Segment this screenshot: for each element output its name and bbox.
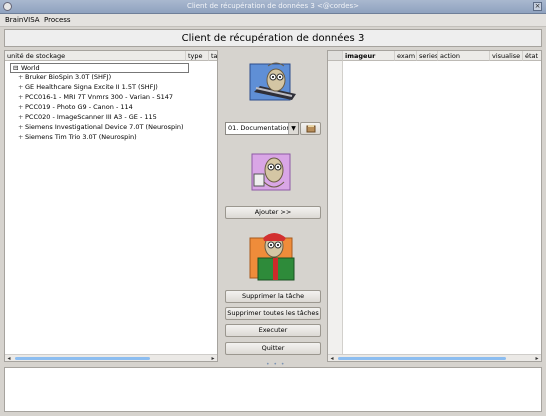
select-value: 01. Documentation: [228, 124, 291, 132]
tree-item-label: PCC016-1 - MRI 7T Vnmrs 300 - Varian - S…: [25, 93, 174, 101]
tree-item[interactable]: + Bruker BioSpin 3.0T (SHFJ): [18, 72, 111, 82]
page-title: Client de récupération de données 3: [181, 33, 365, 44]
log-area[interactable]: [4, 367, 542, 412]
storage-tree-panel: unité de stockage type tai ⊟ World +Bruk…: [4, 50, 218, 362]
col-header-storage[interactable]: unité de stockage: [5, 51, 186, 61]
scroll-left-arrow-icon[interactable]: ◂: [328, 355, 336, 361]
tree-item[interactable]: + Siemens Tim Trio 3.0T (Neurospin): [18, 132, 137, 142]
tree-root-label: World: [21, 64, 40, 72]
remove-all-tasks-button[interactable]: Supprimer toutes les tâches: [225, 307, 321, 320]
tree-item-label: Siemens Investigational Device 7.0T (Neu…: [25, 123, 184, 131]
close-button[interactable]: ×: [533, 2, 542, 11]
col-header-series[interactable]: series: [417, 51, 438, 61]
browse-button[interactable]: [300, 122, 321, 135]
left-horizontal-scrollbar[interactable]: ◂ ▸: [5, 354, 217, 361]
tree-item[interactable]: + Siemens Investigational Device 7.0T (Ne…: [18, 122, 184, 132]
menu-bar: BrainVISA Process: [0, 14, 546, 27]
row-header-corner: [328, 51, 343, 61]
execute-button[interactable]: Executer: [225, 324, 321, 337]
remove-task-button[interactable]: Supprimer la tâche: [225, 290, 321, 303]
browse-icon: [306, 125, 316, 133]
col-header-visualise[interactable]: visualise: [490, 51, 523, 61]
header-bar: Client de récupération de données 3: [4, 29, 542, 47]
tree-item[interactable]: + PCC016-1 - MRI 7T Vnmrs 300 - Varian - …: [18, 92, 173, 102]
col-header-state[interactable]: état: [523, 51, 541, 61]
col-header-type[interactable]: type: [186, 51, 209, 61]
tree-item-label: Bruker BioSpin 3.0T (SHFJ): [25, 73, 112, 81]
close-icon: ×: [534, 2, 541, 10]
row-header-column: [328, 61, 343, 354]
tree-item[interactable]: + PCC020 - ImageScanner III A3 - GE - 115: [18, 112, 157, 122]
documentation-select[interactable]: 01. Documentation ▼: [225, 122, 299, 135]
expand-icon[interactable]: +: [18, 82, 23, 92]
scroll-right-arrow-icon[interactable]: ▸: [209, 355, 217, 361]
tree-item-label: GE Healthcare Signa Excite II 1.5T (SHFJ…: [25, 83, 158, 91]
gift-icon: [249, 233, 295, 281]
scroll-thumb[interactable]: [338, 357, 506, 360]
add-button[interactable]: Ajouter >>: [225, 206, 321, 219]
scroll-thumb[interactable]: [15, 357, 150, 360]
expand-icon[interactable]: +: [18, 112, 23, 122]
tree-item-label: PCC020 - ImageScanner III A3 - GE - 115: [25, 113, 157, 121]
col-header-imager[interactable]: imageur: [343, 51, 395, 61]
tree-item[interactable]: + GE Healthcare Signa Excite II 1.5T (SHF…: [18, 82, 158, 92]
title-bar: Client de récupération de données 3 <@co…: [0, 0, 546, 14]
tree-item-label: PCC019 - Photo G9 - Canon - 114: [25, 103, 133, 111]
menu-brainvisa[interactable]: BrainVISA: [5, 16, 40, 24]
tasks-panel: imageur exam series action visualise éta…: [327, 50, 542, 362]
col-header-action[interactable]: action: [438, 51, 490, 61]
menu-process[interactable]: Process: [44, 16, 71, 24]
scroll-left-arrow-icon[interactable]: ◂: [5, 355, 13, 361]
expand-icon[interactable]: +: [18, 102, 23, 112]
tree-item-label: Siemens Tim Trio 3.0T (Neurospin): [25, 133, 137, 141]
expand-icon[interactable]: +: [18, 72, 23, 82]
expand-icon[interactable]: +: [18, 132, 23, 142]
right-horizontal-scrollbar[interactable]: ◂ ▸: [328, 354, 541, 361]
technician-icon: [251, 153, 291, 191]
expand-icon[interactable]: +: [18, 122, 23, 132]
window-title: Client de récupération de données 3 <@co…: [186, 2, 360, 10]
col-header-exam[interactable]: exam: [395, 51, 417, 61]
mri-scanner-icon: [249, 62, 296, 101]
collapse-icon[interactable]: ⊟: [13, 64, 18, 72]
quit-button[interactable]: Quitter: [225, 342, 321, 355]
tree-item[interactable]: + PCC019 - Photo G9 - Canon - 114: [18, 102, 133, 112]
col-header-size[interactable]: tai: [209, 51, 217, 61]
chevron-down-icon[interactable]: ▼: [288, 123, 298, 134]
scroll-right-arrow-icon[interactable]: ▸: [533, 355, 541, 361]
expand-icon[interactable]: +: [18, 92, 23, 102]
